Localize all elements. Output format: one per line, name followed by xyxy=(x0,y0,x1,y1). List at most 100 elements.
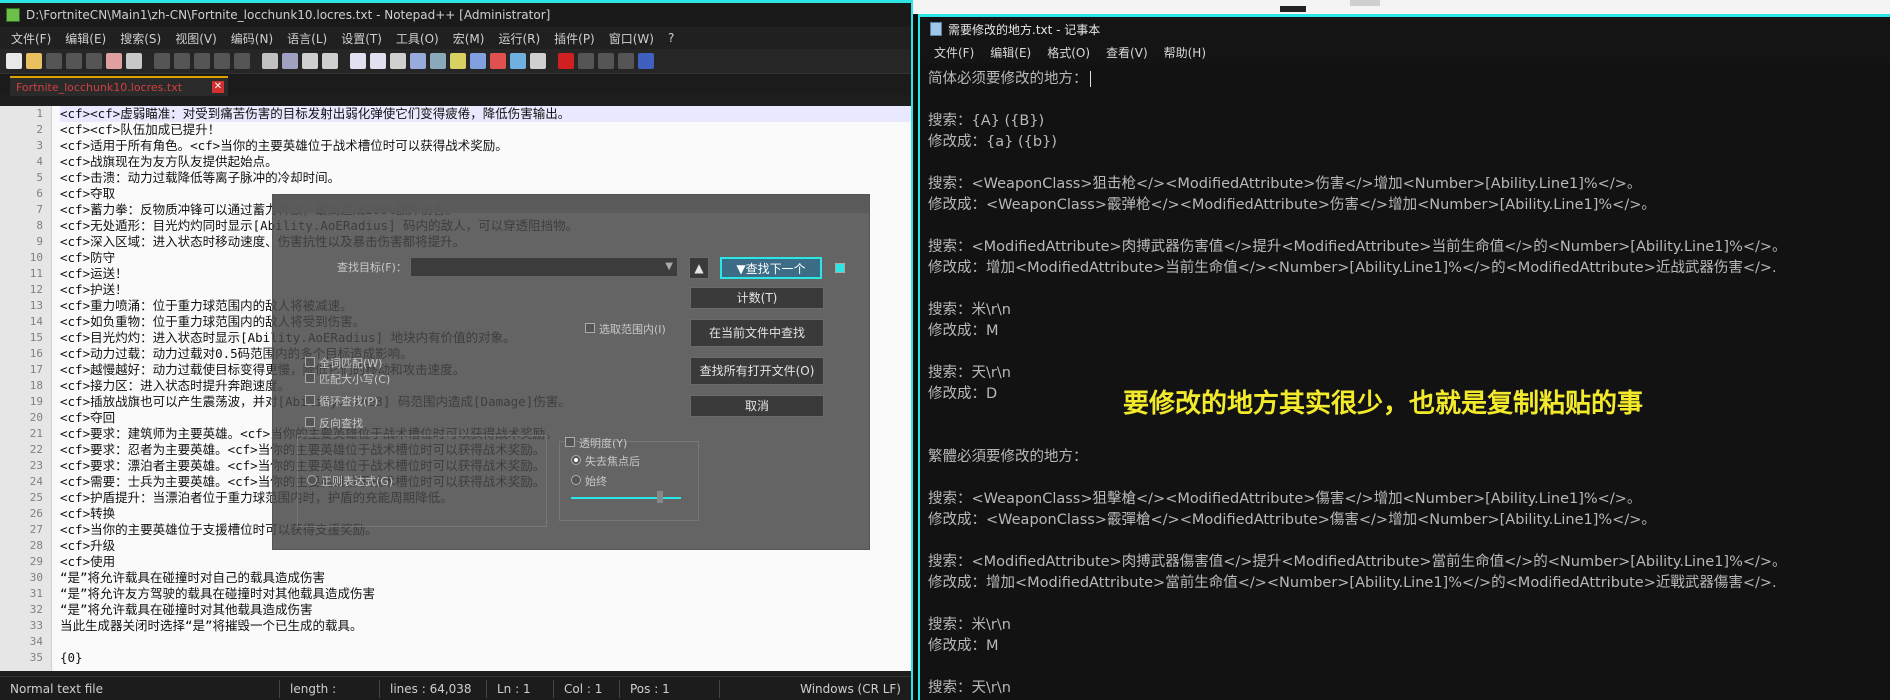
notepad-line[interactable]: 修改成：M xyxy=(928,321,1880,342)
notepad-line[interactable]: 搜索：<WeaponClass>狙击枪</><ModifiedAttribute… xyxy=(928,174,1880,195)
code-line[interactable]: <cf>战旗现在为友方队友提供起始点。 xyxy=(60,154,911,170)
notepad-line[interactable]: 简体必须要修改的地方： xyxy=(928,69,1880,90)
notepad-line[interactable]: 搜索：天\r\n xyxy=(928,678,1880,699)
find-what-combo[interactable]: ▼ xyxy=(410,257,678,277)
close-tab-icon[interactable]: ✕ xyxy=(212,81,224,93)
find-next-button[interactable]: ▼查找下一个 xyxy=(720,257,822,279)
redo-icon[interactable] xyxy=(234,53,250,69)
notepad-line[interactable] xyxy=(928,594,1880,615)
notepad-line[interactable]: 修改成：{a} ({b}) xyxy=(928,132,1880,153)
menu-encoding[interactable]: 编码(N) xyxy=(224,30,280,47)
stop-record-icon[interactable] xyxy=(578,53,594,69)
in-selection-checkbox[interactable] xyxy=(585,323,595,333)
notepad-line[interactable]: 修改成：增加<ModifiedAttribute>当前生命值</><Number… xyxy=(928,258,1880,279)
reverse-checkbox[interactable] xyxy=(305,417,315,427)
notepad-line[interactable]: 搜索：{A} ({B}) xyxy=(928,111,1880,132)
notepad-menu-format[interactable]: 格式(O) xyxy=(1039,44,1098,61)
sync-vertical-icon[interactable] xyxy=(350,53,366,69)
notepad-line[interactable]: 修改成：增加<ModifiedAttribute>當前生命值</><Number… xyxy=(928,573,1880,594)
save-macro-icon[interactable] xyxy=(638,53,654,69)
code-line[interactable]: <cf>击溃：动力过载降低等离子脉冲的冷却时间。 xyxy=(60,170,911,186)
play-macro-icon[interactable] xyxy=(598,53,614,69)
save-icon[interactable] xyxy=(46,53,62,69)
cut-icon[interactable] xyxy=(154,53,170,69)
notepad-line[interactable] xyxy=(928,216,1880,237)
notepad-menu-file[interactable]: 文件(F) xyxy=(926,44,982,61)
menu-macro[interactable]: 宏(M) xyxy=(446,30,492,47)
pin-checkbox[interactable] xyxy=(835,263,845,273)
notepad-line[interactable]: 搜索：米\r\n xyxy=(928,300,1880,321)
notepad-line[interactable]: 修改成：<WeaponClass>霰弹枪</><ModifiedAttribut… xyxy=(928,195,1880,216)
always-radio[interactable] xyxy=(571,475,581,485)
monitoring-icon[interactable] xyxy=(510,53,526,69)
print-icon[interactable] xyxy=(126,53,142,69)
new-file-icon[interactable] xyxy=(6,53,22,69)
doc-map-icon[interactable] xyxy=(450,53,466,69)
code-line[interactable]: {0} xyxy=(60,650,911,666)
notepad-menu-edit[interactable]: 编辑(E) xyxy=(982,44,1039,61)
code-line[interactable]: <cf><cf>虚弱瞄准：对受到痛苦伤害的目标发射出弱化弹使它们变得疲倦，降低伤… xyxy=(60,106,911,122)
notepad-line[interactable] xyxy=(928,279,1880,300)
regex-radio[interactable] xyxy=(307,475,317,485)
function-list-icon[interactable] xyxy=(470,53,486,69)
show-all-chars-icon[interactable] xyxy=(410,53,426,69)
menu-tools[interactable]: 工具(O) xyxy=(389,30,446,47)
notepad-line[interactable] xyxy=(928,342,1880,363)
transparency-slider[interactable] xyxy=(571,497,681,499)
notepad-line[interactable]: 繁體必須要修改的地方： xyxy=(928,447,1880,468)
code-line[interactable]: “是”将允许载具在碰撞时对其他载具造成伤害 xyxy=(60,602,911,618)
indent-guide-icon[interactable] xyxy=(430,53,446,69)
zoom-out-icon[interactable] xyxy=(322,53,338,69)
menu-help[interactable]: ? xyxy=(661,31,681,45)
menu-window[interactable]: 窗口(W) xyxy=(602,30,661,47)
notepad-line[interactable] xyxy=(928,531,1880,552)
record-macro-icon[interactable] xyxy=(558,53,574,69)
notepad-line[interactable]: 搜索：<WeaponClass>狙擊槍</><ModifiedAttribute… xyxy=(928,489,1880,510)
match-case-checkbox[interactable] xyxy=(305,373,315,383)
menu-view[interactable]: 视图(V) xyxy=(168,30,224,47)
on-lose-focus-radio[interactable] xyxy=(571,455,581,465)
chevron-down-icon[interactable]: ▼ xyxy=(665,261,673,272)
search-direction-up-button[interactable]: ▲ xyxy=(689,257,709,279)
code-line[interactable]: <cf><cf>队伍加成已提升！ xyxy=(60,122,911,138)
notepad-line[interactable]: 修改成：<WeaponClass>霰彈槍</><ModifiedAttribut… xyxy=(928,510,1880,531)
notepad-line[interactable] xyxy=(928,153,1880,174)
copy-icon[interactable] xyxy=(174,53,190,69)
code-line[interactable]: 当此生成器关闭时选择“是”将摧毁一个已生成的载具。 xyxy=(60,618,911,634)
notepad-line[interactable] xyxy=(928,468,1880,489)
find-icon[interactable] xyxy=(262,53,278,69)
menu-plugins[interactable]: 插件(P) xyxy=(547,30,602,47)
zoom-in-icon[interactable] xyxy=(302,53,318,69)
notepad-line[interactable]: 搜索：<ModifiedAttribute>肉搏武器傷害值</>提升<Modif… xyxy=(928,552,1880,573)
code-line[interactable]: “是”将允许友方驾驶的载具在碰撞时对其他载具造成伤害 xyxy=(60,586,911,602)
notepad-line[interactable] xyxy=(928,657,1880,678)
notepad-titlebar[interactable]: 需要修改的地方.txt - 记事本 xyxy=(920,17,1890,41)
sync-horizontal-icon[interactable] xyxy=(370,53,386,69)
replace-icon[interactable] xyxy=(282,53,298,69)
find-in-all-button[interactable]: 查找所有打开文件(O) xyxy=(690,357,824,385)
code-line[interactable]: <cf>适用于所有角色。<cf>当你的主要英雄位于战术槽位时可以获得战术奖励。 xyxy=(60,138,911,154)
code-line[interactable] xyxy=(60,634,911,650)
npp-titlebar[interactable]: D:\FortniteCN\Main1\zh-CN\Fortnite_locch… xyxy=(0,3,911,27)
menu-search[interactable]: 搜索(S) xyxy=(113,30,168,47)
code-line[interactable]: <cf>使用 xyxy=(60,554,911,570)
find-in-current-button[interactable]: 在当前文件中查找 xyxy=(690,319,824,347)
code-line[interactable]: “是”将允许载具在碰撞时对自己的载具造成伤害 xyxy=(60,570,911,586)
preview-icon[interactable] xyxy=(530,53,546,69)
word-wrap-icon[interactable] xyxy=(390,53,406,69)
transparency-checkbox[interactable] xyxy=(565,437,575,447)
close-file-icon[interactable] xyxy=(86,53,102,69)
notepad-line[interactable]: 修改成：M xyxy=(928,636,1880,657)
count-button[interactable]: 计数(T) xyxy=(690,287,824,309)
notepad-line[interactable]: 搜索：<ModifiedAttribute>肉搏武器伤害值</>提升<Modif… xyxy=(928,237,1880,258)
menu-settings[interactable]: 设置(T) xyxy=(334,30,389,47)
cancel-button[interactable]: 取消 xyxy=(690,395,824,417)
wrap-around-checkbox[interactable] xyxy=(305,395,315,405)
close-all-icon[interactable] xyxy=(106,53,122,69)
notepad-line[interactable] xyxy=(928,90,1880,111)
transparency-slider-thumb[interactable] xyxy=(657,491,663,503)
menu-file[interactable]: 文件(F) xyxy=(4,30,58,47)
notepad-line[interactable]: 搜索：天\r\n xyxy=(928,363,1880,384)
tab-locchunk10[interactable]: Fortnite_locchunk10.locres.txt ✕ xyxy=(10,76,228,96)
play-multiple-icon[interactable] xyxy=(618,53,634,69)
